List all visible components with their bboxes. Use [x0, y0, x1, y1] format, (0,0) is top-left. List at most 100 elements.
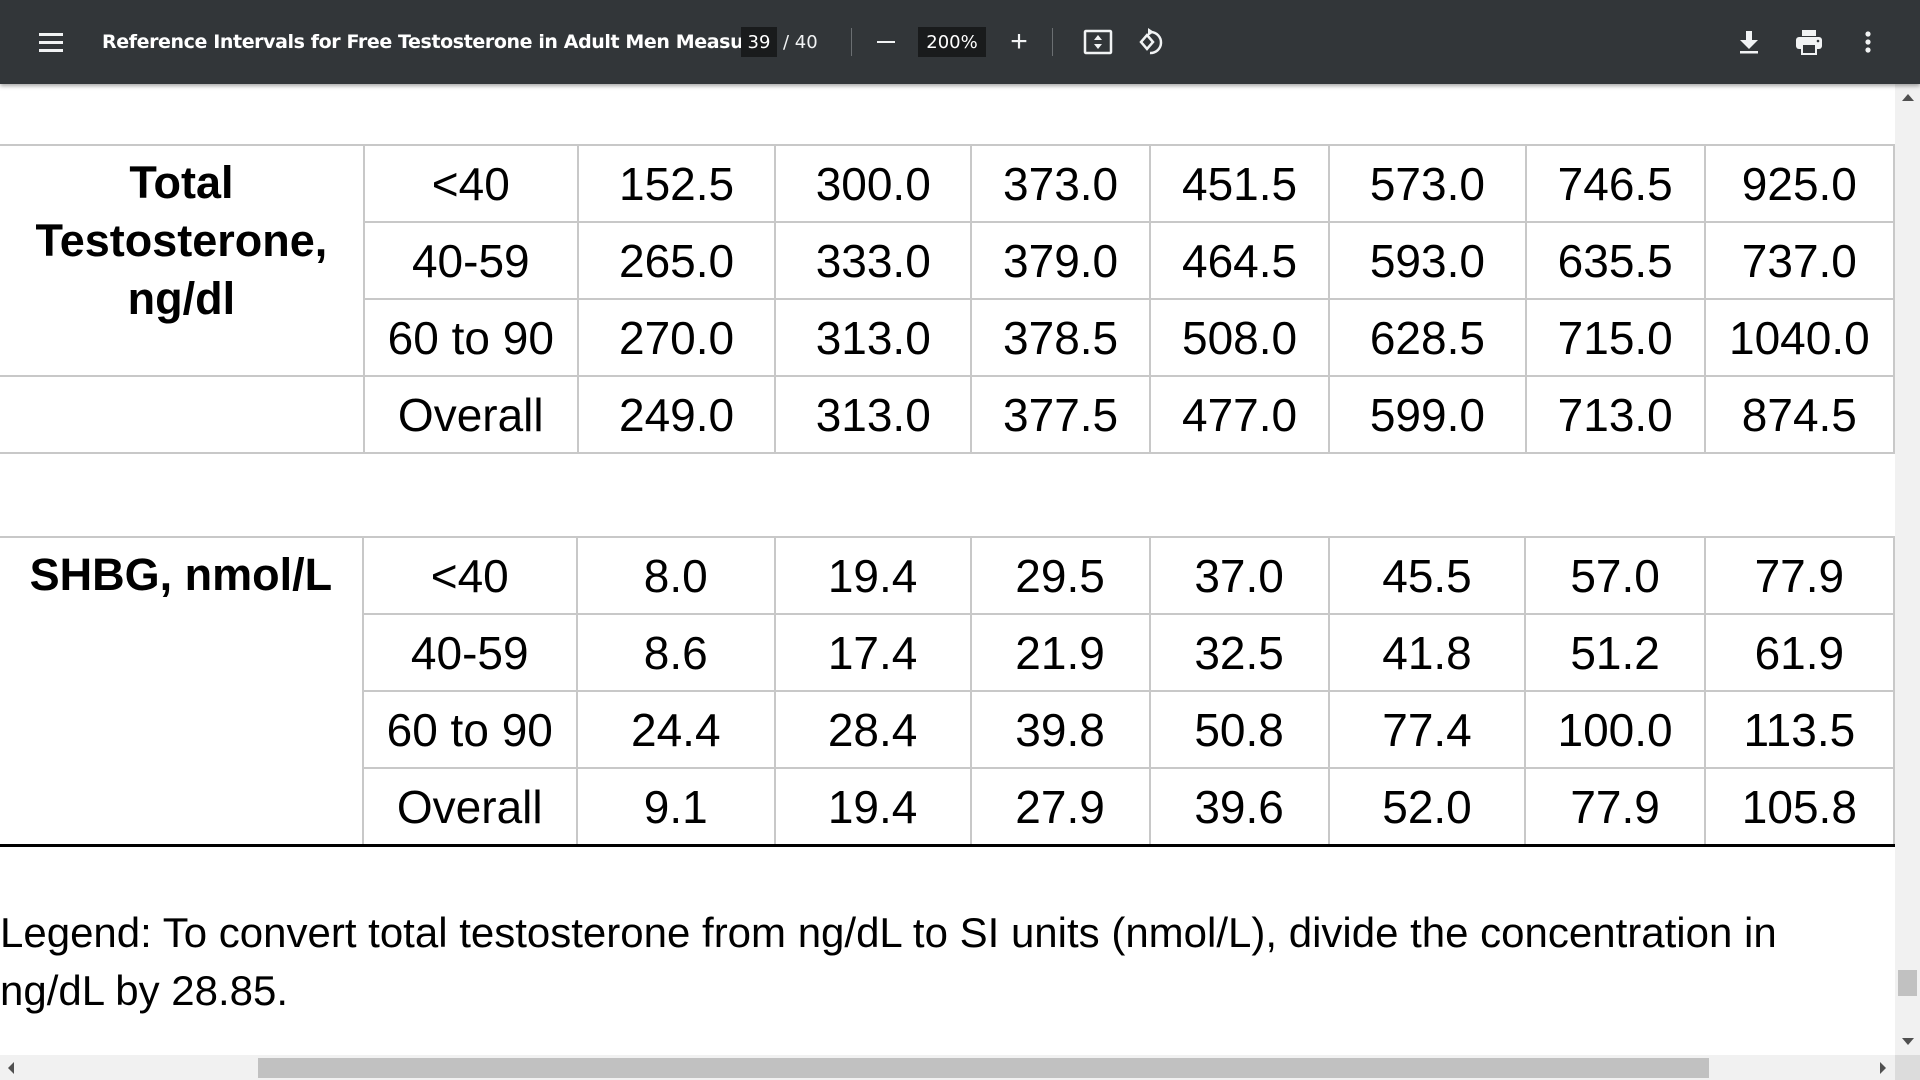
value-cell: 925.0 [1703, 144, 1895, 223]
scroll-up-arrow-icon[interactable] [1902, 94, 1914, 101]
label-line: Testosterone, [35, 215, 328, 266]
scrollbar-corner [1895, 1055, 1920, 1080]
value-cell: 270.0 [576, 298, 777, 377]
empty-label-cell [0, 375, 365, 454]
value-cell: 21.9 [969, 613, 1151, 692]
horizontal-scrollbar[interactable] [0, 1055, 1895, 1080]
value-cell: 29.5 [969, 536, 1151, 615]
scroll-right-arrow-icon[interactable] [1880, 1062, 1886, 1074]
row-group-label: SHBG, nmol/L [0, 536, 364, 847]
table-row: Overall 249.0 313.0 377.5 477.0 599.0 71… [0, 375, 1895, 454]
download-button[interactable] [1732, 0, 1766, 84]
vertical-scrollbar[interactable] [1895, 84, 1920, 1055]
pdf-page-viewport: Total Testosterone, ng/dl <40 152.5 300.… [0, 84, 1895, 1055]
value-cell: 28.4 [773, 690, 972, 769]
value-cell: 77.9 [1524, 767, 1706, 847]
label-line: ng/dl [127, 273, 236, 324]
scroll-left-arrow-icon[interactable] [8, 1062, 14, 1074]
age-group-cell: Overall [361, 767, 578, 847]
page-total: / 40 [783, 31, 818, 53]
value-cell: 8.6 [575, 613, 776, 692]
total-testosterone-table: Total Testosterone, ng/dl <40 152.5 300.… [0, 144, 1895, 454]
table-row: SHBG, nmol/L <40 8.0 19.4 29.5 37.0 45.5… [0, 536, 1895, 847]
value-cell: 451.5 [1149, 144, 1331, 223]
age-group-cell: <40 [361, 536, 578, 615]
print-button[interactable] [1791, 0, 1827, 84]
print-icon [1796, 30, 1822, 55]
value-cell: 377.5 [970, 375, 1152, 454]
value-cell: 313.0 [774, 298, 973, 377]
fit-page-icon [1083, 29, 1113, 55]
value-cell: 39.8 [969, 690, 1151, 769]
plus-icon: + [1010, 25, 1028, 58]
value-cell: 599.0 [1328, 375, 1527, 454]
legend-line: ng/dL by 28.85. [0, 967, 289, 1014]
zoom-in-button[interactable]: + [1005, 0, 1033, 84]
page-number-input[interactable] [741, 27, 777, 57]
value-cell: 477.0 [1149, 375, 1331, 454]
download-icon [1740, 31, 1758, 54]
value-cell: 51.2 [1524, 613, 1706, 692]
zoom-level-box [918, 0, 986, 84]
value-cell: 713.0 [1524, 375, 1706, 454]
shbg-table: SHBG, nmol/L <40 8.0 19.4 29.5 37.0 45.5… [0, 536, 1895, 847]
value-cell: 57.0 [1524, 536, 1706, 615]
value-cell: 24.4 [575, 690, 776, 769]
age-group-cell: <40 [362, 144, 579, 223]
value-cell: 39.6 [1148, 767, 1330, 847]
value-cell: 373.0 [970, 144, 1152, 223]
value-cell: 113.5 [1703, 690, 1895, 769]
value-cell: 508.0 [1149, 298, 1331, 377]
more-vert-icon [1865, 31, 1871, 53]
row-group-label: Total Testosterone, ng/dl [0, 144, 365, 377]
value-cell: 300.0 [774, 144, 973, 223]
value-cell: 628.5 [1328, 298, 1527, 377]
value-cell: 17.4 [773, 613, 972, 692]
zoom-level-input[interactable] [918, 27, 986, 57]
value-cell: 715.0 [1524, 298, 1706, 377]
age-group-cell: 40-59 [361, 613, 578, 692]
value-cell: 100.0 [1524, 690, 1706, 769]
age-group-cell: 40-59 [362, 221, 579, 300]
value-cell: 464.5 [1149, 221, 1331, 300]
vertical-scroll-thumb[interactable] [1898, 970, 1917, 996]
age-group-cell: 60 to 90 [361, 690, 578, 769]
value-cell: 379.0 [970, 221, 1152, 300]
horizontal-scroll-thumb[interactable] [258, 1058, 1709, 1078]
more-options-button[interactable] [1856, 0, 1880, 84]
value-cell: 635.5 [1524, 221, 1706, 300]
menu-icon [39, 40, 63, 44]
toolbar-divider [1052, 28, 1053, 56]
value-cell: 573.0 [1328, 144, 1527, 223]
menu-button[interactable] [36, 0, 66, 84]
fit-page-button[interactable] [1080, 0, 1116, 84]
rotate-button[interactable] [1134, 0, 1170, 84]
value-cell: 746.5 [1524, 144, 1706, 223]
value-cell: 593.0 [1328, 221, 1527, 300]
value-cell: 8.0 [575, 536, 776, 615]
value-cell: 27.9 [969, 767, 1151, 847]
scroll-down-arrow-icon[interactable] [1902, 1038, 1914, 1045]
value-cell: 105.8 [1703, 767, 1895, 847]
value-cell: 52.0 [1327, 767, 1527, 847]
value-cell: 77.9 [1703, 536, 1895, 615]
value-cell: 378.5 [970, 298, 1152, 377]
table-row: Total Testosterone, ng/dl <40 152.5 300.… [0, 144, 1895, 377]
value-cell: 737.0 [1703, 221, 1895, 300]
age-group-cell: Overall [362, 375, 579, 454]
value-cell: 37.0 [1148, 536, 1330, 615]
document-title: Reference Intervals for Free Testosteron… [102, 31, 770, 53]
value-cell: 313.0 [774, 375, 973, 454]
toolbar-divider [851, 28, 852, 56]
value-cell: 77.4 [1327, 690, 1527, 769]
value-cell: 9.1 [575, 767, 776, 847]
value-cell: 19.4 [773, 536, 972, 615]
legend-line: Legend: To convert total testosterone fr… [0, 909, 1777, 956]
value-cell: 32.5 [1148, 613, 1330, 692]
age-group-cell: 60 to 90 [362, 298, 579, 377]
value-cell: 152.5 [576, 144, 777, 223]
zoom-out-button[interactable] [872, 0, 900, 84]
value-cell: 50.8 [1148, 690, 1330, 769]
value-cell: 45.5 [1327, 536, 1527, 615]
label-line: Total [129, 157, 234, 208]
